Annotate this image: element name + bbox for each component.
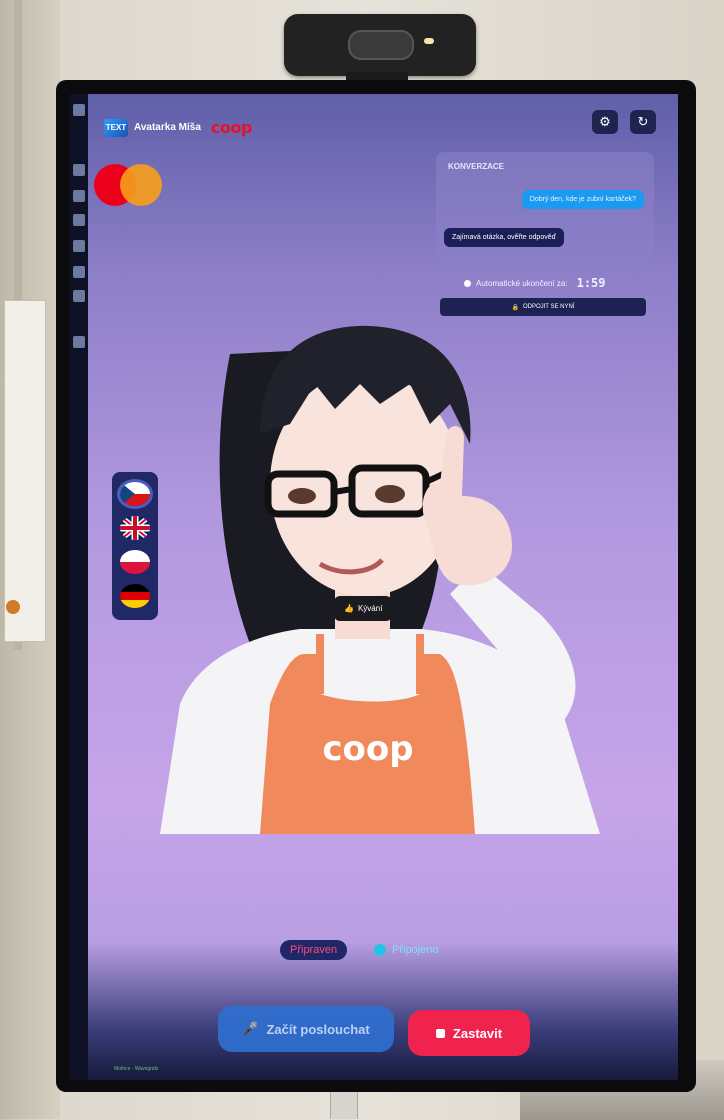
webcam-led <box>424 38 434 44</box>
flag-cz-button[interactable] <box>120 482 150 506</box>
toolbar-icon[interactable] <box>73 164 85 176</box>
brand-header: TEXT Avatarka Míša coop <box>104 118 252 137</box>
status-ready-badge: Připraven <box>280 940 348 960</box>
conversation-title: KONVERZACE <box>448 162 505 171</box>
wall-notice <box>4 300 46 642</box>
kiosk-screen: TEXT Avatarka Míša coop ⚙ ↻ KONVERZACE D… <box>70 94 678 1080</box>
flag-pl-button[interactable] <box>120 550 150 574</box>
mastercard-logo <box>94 164 162 206</box>
glasses-bridge <box>333 486 353 495</box>
apron-logo: coop <box>322 729 413 769</box>
flag-uk-button[interactable] <box>120 516 150 540</box>
footer-version: Mofrice · Wavegrids <box>114 1066 159 1072</box>
refresh-icon: ↻ <box>637 114 649 129</box>
toolbar-icon[interactable] <box>73 190 85 202</box>
avatar-3d: coop <box>160 325 600 834</box>
gesture-badge: 👍 Kývání <box>334 596 393 621</box>
user-message: Dobrý den, kde je zubní kartáček? <box>521 190 644 209</box>
thumbs-up-icon: 👍 <box>344 604 354 613</box>
mastercard-orange-circle <box>120 164 162 206</box>
stop-label: Zastavit <box>452 1025 503 1041</box>
toolbar-icon[interactable] <box>73 266 85 278</box>
gesture-label: Kývání <box>357 604 383 613</box>
start-listening-button[interactable]: 🎤 Začít poslouchat <box>218 1006 394 1052</box>
start-listening-label: Začít poslouchat <box>266 1021 370 1037</box>
side-toolbar <box>70 94 88 1080</box>
webcam <box>284 14 476 76</box>
connection-label: Připojeno <box>392 944 439 956</box>
apron-strap-left <box>316 634 324 694</box>
toolbar-icon[interactable] <box>73 240 85 252</box>
apron-strap-right <box>416 634 424 694</box>
stop-button[interactable]: Zastavit <box>408 1010 530 1056</box>
qr-icon[interactable] <box>73 336 85 348</box>
flag-de-button[interactable] <box>120 584 150 608</box>
language-selector <box>112 472 158 620</box>
toolbar-icon[interactable] <box>73 290 85 302</box>
toolbar-icon[interactable] <box>73 214 85 226</box>
settings-button[interactable]: ⚙ <box>592 110 618 134</box>
connection-status: Připojeno <box>374 944 438 956</box>
toolbar-icon[interactable] <box>73 104 85 116</box>
microphone-icon: 🎤 <box>242 1021 259 1036</box>
coop-logo: coop <box>210 118 252 137</box>
webcam-lens <box>348 30 414 60</box>
brand-logo: TEXT <box>104 118 128 137</box>
wall-pin <box>6 600 20 614</box>
connection-dot-icon <box>374 944 386 956</box>
avatar-right-eye <box>375 485 405 503</box>
avatar-left-eye <box>288 488 316 504</box>
stop-icon <box>435 1028 445 1038</box>
refresh-button[interactable]: ↻ <box>630 110 656 134</box>
app-title: Avatarka Míša <box>134 122 201 133</box>
gear-icon: ⚙ <box>599 114 611 129</box>
